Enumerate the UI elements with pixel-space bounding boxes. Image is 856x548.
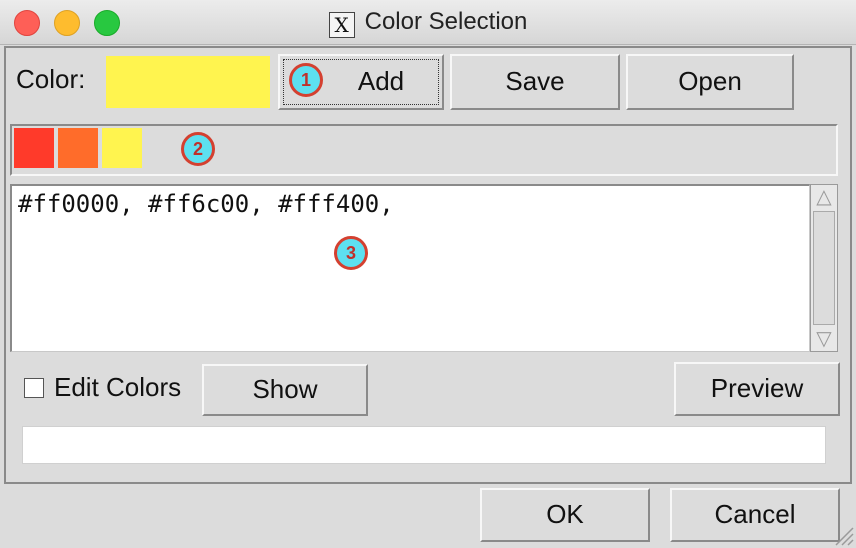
save-button[interactable]: Save bbox=[450, 54, 620, 110]
resize-grip-icon[interactable] bbox=[832, 524, 854, 546]
palette-swatch-red[interactable] bbox=[14, 128, 54, 168]
x11-icon: X bbox=[328, 12, 355, 38]
edit-colors-label: Edit Colors bbox=[54, 372, 182, 402]
window-title-area: X Color Selection bbox=[0, 8, 856, 38]
scroll-up-arrow-icon[interactable]: △ bbox=[813, 186, 835, 208]
current-color-swatch[interactable] bbox=[106, 56, 270, 108]
title-bar: X Color Selection bbox=[0, 0, 856, 45]
cancel-button[interactable]: Cancel bbox=[670, 488, 840, 542]
vertical-scrollbar[interactable]: △ ▽ bbox=[810, 184, 838, 352]
scroll-down-arrow-icon[interactable]: ▽ bbox=[813, 328, 835, 350]
open-button[interactable]: Open bbox=[626, 54, 794, 110]
status-field bbox=[22, 426, 826, 464]
edit-colors-checkbox[interactable] bbox=[24, 378, 44, 398]
add-button-label: Add bbox=[357, 66, 405, 96]
annotation-badge-1: 1 bbox=[289, 63, 323, 97]
annotation-badge-3: 3 bbox=[334, 236, 368, 270]
show-button[interactable]: Show bbox=[202, 364, 368, 416]
window-title: Color Selection bbox=[364, 8, 528, 35]
preview-button[interactable]: Preview bbox=[674, 362, 840, 416]
colors-text-area[interactable]: #ff0000, #ff6c00, #fff400, bbox=[10, 184, 810, 352]
ok-button[interactable]: OK bbox=[480, 488, 650, 542]
palette-swatch-yellow[interactable] bbox=[102, 128, 142, 168]
annotation-badge-2: 2 bbox=[181, 132, 215, 166]
color-label: Color: bbox=[16, 64, 86, 94]
palette-swatch-orange[interactable] bbox=[58, 128, 98, 168]
scrollbar-thumb[interactable] bbox=[813, 211, 835, 325]
